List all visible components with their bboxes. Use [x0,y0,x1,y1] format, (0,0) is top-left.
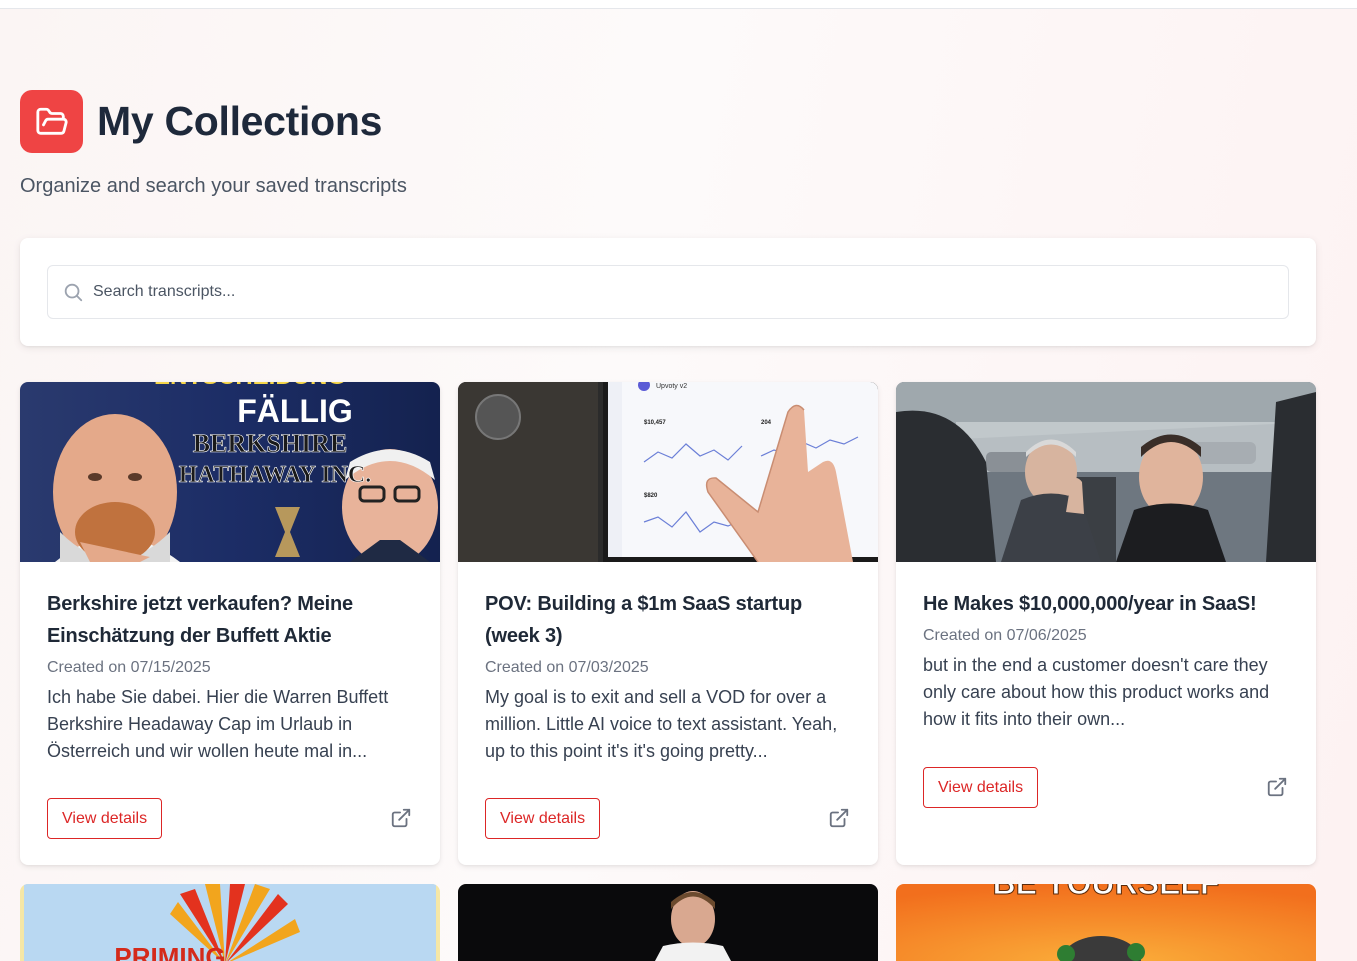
card-thumbnail[interactable]: Upvoty v2 $10,457 204 $820 [458,382,878,562]
page-header: My Collections [20,90,382,153]
card-excerpt: but in the end a customer doesn't care t… [923,655,1270,729]
card-excerpt: Ich habe Sie dabei. Hier die Warren Buff… [47,687,389,761]
search-box[interactable] [47,265,1289,319]
transcript-card-thumbnail[interactable] [458,884,878,961]
card-thumbnail[interactable]: ENTSCHEIDUNG FÄLLIG BERKSHIRE HATHAWAY I… [20,382,440,562]
card-thumbnail[interactable] [896,382,1316,562]
card-date: Created on 07/06/2025 [923,627,1087,644]
thumbnail-caption: 204 [761,420,772,426]
card-title[interactable]: Berkshire jetzt verkaufen? Meine Einschä… [47,588,417,652]
view-details-button[interactable]: View details [485,798,601,839]
card-date: Created on 07/15/2025 [47,659,211,676]
top-bar [0,0,1357,9]
search-panel [20,238,1316,346]
thumbnail-caption: $10,457 [644,420,666,426]
external-link-icon[interactable] [390,807,412,829]
thumbnail-caption: Upvoty v2 [656,383,687,390]
thumbnail-caption: FÄLLIG [237,393,353,429]
thumbnail-caption: $820 [644,493,658,499]
view-details-button[interactable]: View details [923,767,1039,808]
thumbnail-caption: BERKSHIRE [193,429,348,458]
transcript-card: He Makes $10,000,000/year in SaaS! Creat… [896,382,1316,865]
card-date: Created on 07/03/2025 [485,659,649,676]
transcript-card: ENTSCHEIDUNG FÄLLIG BERKSHIRE HATHAWAY I… [20,382,440,865]
card-title[interactable]: POV: Building a $1m SaaS startup (week 3… [485,588,855,652]
thumbnail-caption: BE YOURSELF [993,884,1220,901]
transcript-card-thumbnail[interactable]: BE YOURSELF [896,884,1316,961]
external-link-icon[interactable] [1266,776,1288,798]
view-details-button[interactable]: View details [47,798,163,839]
page-title: My Collections [97,98,383,144]
thumbnail-caption-top: ENTSCHEIDUNG [154,382,346,390]
search-input[interactable] [93,266,1273,318]
search-icon [64,283,83,302]
transcript-card: Upvoty v2 $10,457 204 $820 POV: Building… [458,382,878,865]
thumbnail-caption: PRIMING [114,942,225,961]
folder-open-icon [20,90,83,153]
external-link-icon[interactable] [828,807,850,829]
transcript-card-thumbnail[interactable]: PRIMING [20,884,440,961]
card-excerpt: My goal is to exit and sell a VOD for ov… [485,687,838,761]
thumbnail-caption: HATHAWAY INC. [179,462,371,488]
card-title[interactable]: He Makes $10,000,000/year in SaaS! [923,588,1293,620]
page-subtitle: Organize and search your saved transcrip… [20,175,407,197]
